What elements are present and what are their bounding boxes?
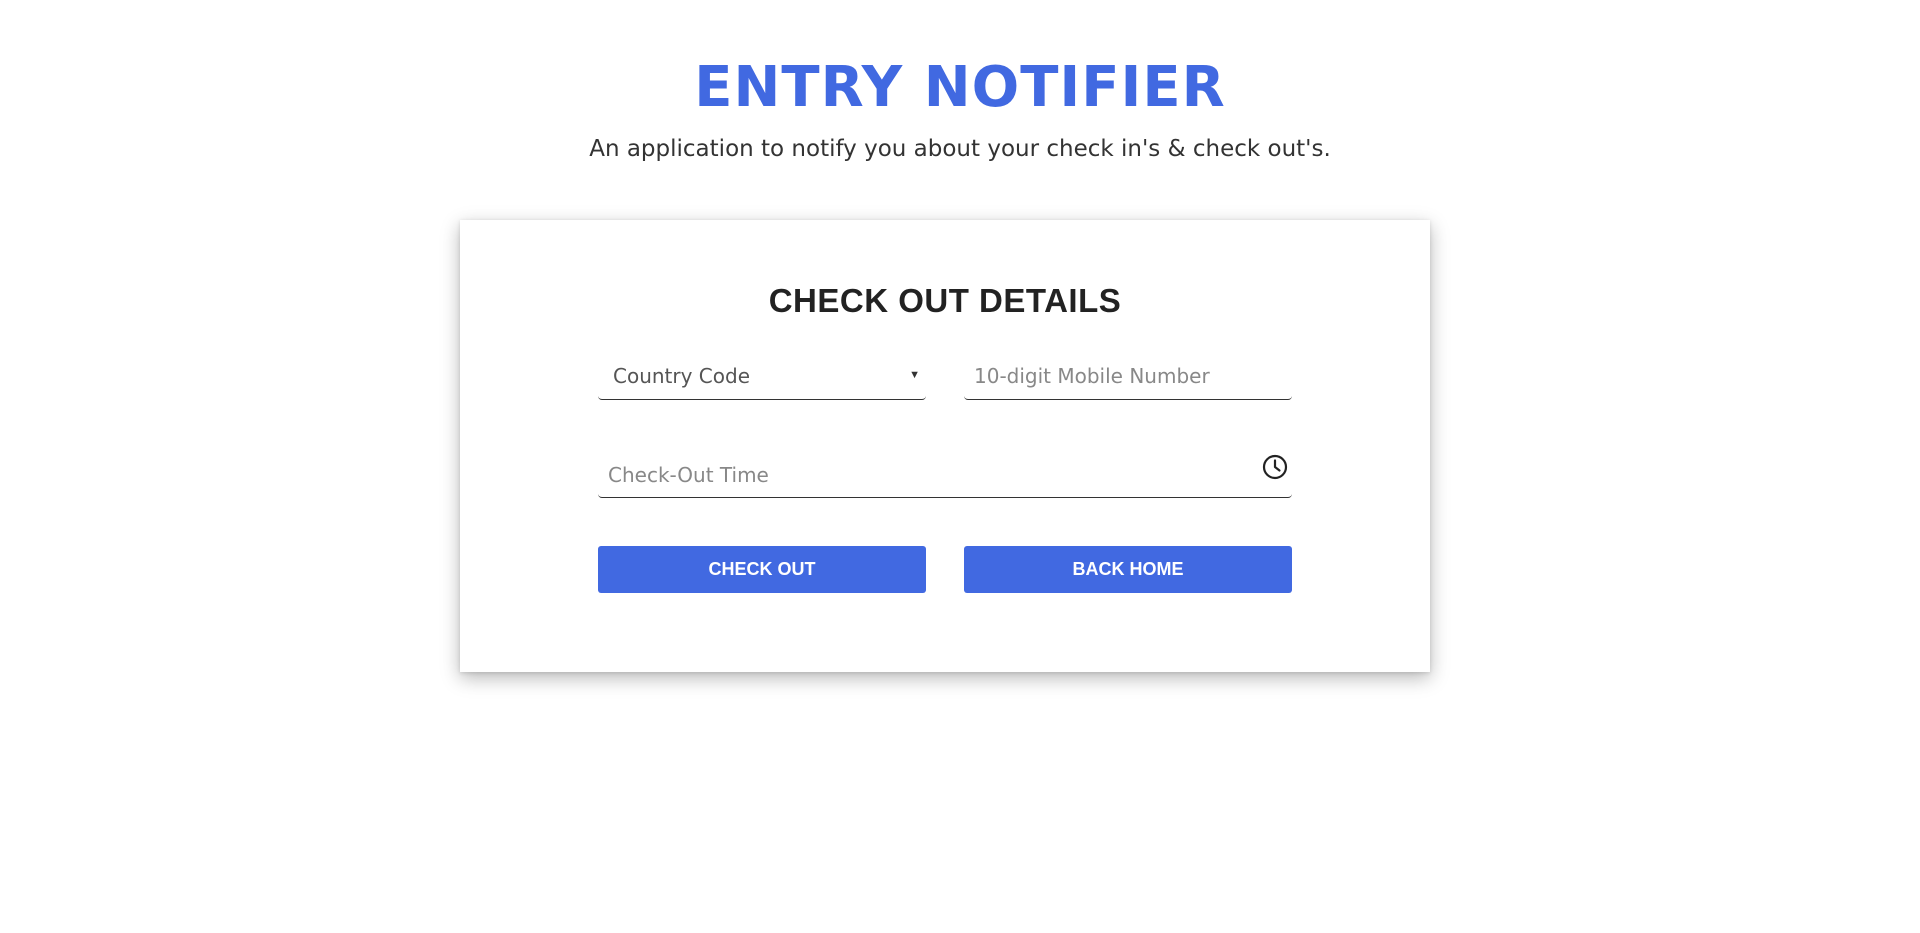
checkout-card: CHECK OUT DETAILS Country Code ▼ CHECK O… [460, 220, 1430, 672]
back-home-button[interactable]: BACK HOME [964, 546, 1292, 593]
mobile-number-input[interactable] [964, 352, 1292, 399]
checkout-time-input[interactable] [598, 448, 1292, 497]
country-code-select[interactable]: Country Code ▼ [598, 352, 926, 400]
app-subtitle: An application to notify you about your … [589, 136, 1331, 162]
country-code-selected-value: Country Code [613, 364, 751, 388]
check-out-button[interactable]: CHECK OUT [598, 546, 926, 593]
caret-down-icon: ▼ [909, 369, 920, 381]
app-title: ENTRY NOTIFIER [694, 55, 1226, 120]
page: ENTRY NOTIFIER An application to notify … [0, 0, 1920, 933]
form-title: CHECK OUT DETAILS [768, 282, 1122, 319]
mobile-number-field [964, 352, 1292, 400]
checkout-time-field [598, 448, 1292, 498]
header: ENTRY NOTIFIER An application to notify … [0, 52, 1920, 164]
clock-icon[interactable] [1260, 452, 1290, 482]
